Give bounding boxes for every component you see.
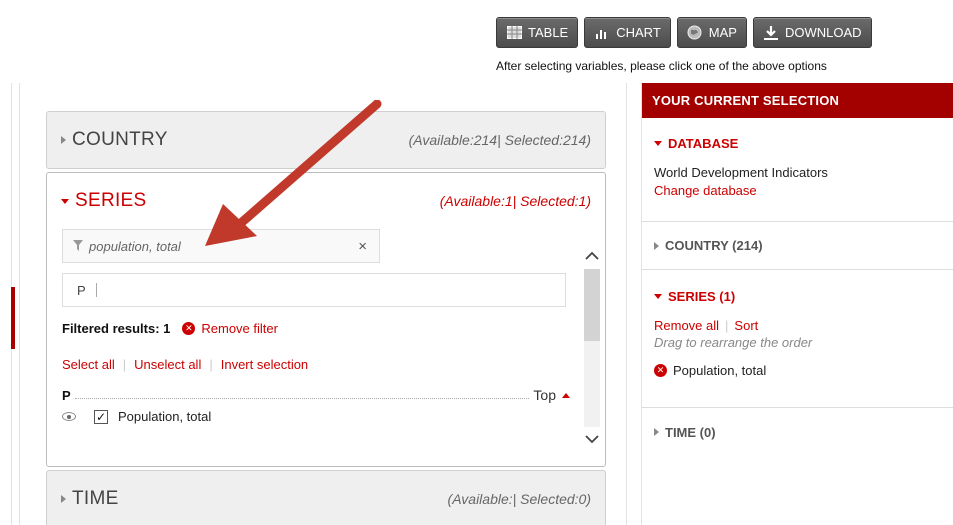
separator: |: [209, 357, 213, 372]
country-title-row[interactable]: COUNTRY (214): [654, 238, 763, 253]
filtered-results-row: Filtered results: 1 ✕ Remove filter: [62, 321, 278, 336]
text-cursor: [95, 283, 97, 297]
chart-icon: [594, 25, 610, 41]
selected-series-label: Population, total: [673, 363, 767, 378]
globe-icon: [687, 25, 703, 41]
time-section[interactable]: TIME (0): [642, 408, 953, 456]
time-panel[interactable]: TIME (Available:| Selected:0): [46, 470, 606, 525]
remove-circle-icon[interactable]: ✕: [654, 364, 667, 377]
series-selection-title: SERIES (1): [668, 289, 736, 304]
download-label: DOWNLOAD: [784, 25, 862, 40]
time-panel-title: TIME: [72, 488, 119, 509]
series-panel-title-wrap: SERIES: [61, 190, 147, 212]
remove-filter-label: Remove filter: [201, 321, 278, 336]
unselect-all-link[interactable]: Unselect all: [134, 357, 201, 372]
time-panel-header[interactable]: TIME (Available:| Selected:0): [47, 471, 605, 525]
table-button[interactable]: TABLE: [496, 17, 579, 48]
output-toolbar: TABLE CHART MAP DOWNLOAD: [496, 17, 872, 48]
expanded-arrow-icon: [654, 294, 662, 299]
series-panel: SERIES (Available:1| Selected:1) populat…: [46, 172, 606, 467]
arrow-up-icon: [562, 392, 570, 398]
separator: |: [122, 357, 127, 372]
map-button[interactable]: MAP: [676, 17, 747, 48]
remove-filter-link[interactable]: ✕ Remove filter: [182, 321, 278, 336]
current-selection-header: YOUR CURRENT SELECTION: [642, 83, 953, 118]
left-divider-inner: [19, 83, 20, 525]
download-icon: [763, 25, 779, 41]
invert-selection-link[interactable]: Invert selection: [221, 357, 308, 372]
collapsed-arrow-icon: [654, 428, 659, 436]
database-title-row[interactable]: DATABASE: [654, 136, 941, 151]
series-title-row[interactable]: SERIES (1): [654, 289, 941, 304]
map-label: MAP: [708, 25, 737, 40]
active-section-marker: [11, 287, 15, 349]
top-label: Top: [533, 387, 556, 403]
top-link[interactable]: Top: [533, 387, 570, 403]
clear-filter-icon[interactable]: ×: [358, 238, 367, 255]
series-search-input[interactable]: P: [62, 273, 566, 307]
chart-button[interactable]: CHART: [584, 17, 671, 48]
expanded-arrow-icon: [654, 141, 662, 146]
selected-series-item[interactable]: ✕ Population, total: [654, 363, 941, 378]
filter-tag-text: population, total: [89, 238, 181, 254]
download-button[interactable]: DOWNLOAD: [752, 17, 872, 48]
time-panel-title-wrap: TIME: [61, 488, 119, 510]
filtered-results-count: Filtered results: 1: [62, 321, 171, 336]
group-header-p: P Top: [62, 387, 570, 403]
series-availability: (Available:1| Selected:1): [439, 193, 591, 209]
selection-actions: Select all | Unselect all | Invert selec…: [62, 357, 308, 372]
current-selection-panel: YOUR CURRENT SELECTION DATABASE World De…: [641, 83, 953, 525]
list-item: ✓ Population, total: [62, 409, 211, 424]
select-all-link[interactable]: Select all: [62, 357, 115, 372]
series-actions: Remove all | Sort: [654, 318, 941, 333]
dotted-divider: [74, 391, 530, 399]
search-input-value: P: [77, 282, 86, 298]
chevron-down-icon[interactable]: [582, 431, 602, 449]
country-panel[interactable]: COUNTRY (Available:214| Selected:214): [46, 111, 606, 169]
series-checkbox[interactable]: ✓: [94, 409, 108, 424]
country-panel-header[interactable]: COUNTRY (Available:214| Selected:214): [47, 112, 605, 168]
remove-circle-icon: ✕: [182, 322, 196, 335]
chart-label: CHART: [616, 25, 661, 40]
table-icon: [506, 25, 522, 41]
separator: |: [725, 318, 729, 333]
database-title: DATABASE: [668, 136, 739, 151]
expanded-arrow-icon: [61, 198, 69, 204]
series-section: SERIES (1) Remove all | Sort Drag to rea…: [642, 270, 953, 408]
time-availability: (Available:| Selected:0): [447, 491, 591, 507]
eye-icon[interactable]: [62, 412, 76, 421]
time-selection-title: TIME (0): [665, 424, 716, 440]
sort-link[interactable]: Sort: [734, 318, 758, 333]
active-filter-tag: population, total ×: [62, 229, 380, 263]
table-label: TABLE: [528, 25, 569, 40]
list-scrollbar[interactable]: [578, 229, 606, 466]
series-panel-title: SERIES: [75, 190, 147, 211]
country-panel-title: COUNTRY: [72, 129, 168, 150]
drag-hint: Drag to rearrange the order: [654, 335, 813, 350]
collapsed-arrow-icon: [654, 241, 659, 250]
country-selection-title: COUNTRY (214): [665, 238, 763, 253]
series-panel-header[interactable]: SERIES (Available:1| Selected:1): [47, 173, 605, 229]
collapsed-arrow-icon: [61, 136, 66, 144]
country-availability: (Available:214| Selected:214): [408, 132, 591, 148]
center-divider: [626, 83, 627, 525]
country-panel-title-wrap: COUNTRY: [61, 129, 168, 151]
toolbar-hint: After selecting variables, please click …: [496, 59, 827, 73]
databank-page: TABLE CHART MAP DOWNLOAD After selecting…: [0, 0, 953, 525]
country-section[interactable]: COUNTRY (214): [642, 222, 953, 270]
time-title-row[interactable]: TIME (0): [654, 425, 716, 440]
remove-all-link[interactable]: Remove all: [654, 318, 719, 333]
chevron-up-icon[interactable]: [582, 247, 602, 265]
group-letter: P: [62, 387, 71, 403]
collapsed-arrow-icon: [61, 495, 66, 503]
series-item-label: Population, total: [118, 409, 212, 424]
scroll-thumb[interactable]: [584, 269, 600, 341]
filter-icon: [73, 239, 83, 254]
database-name: World Development Indicators: [654, 165, 828, 180]
database-section: DATABASE World Development Indicators Ch…: [642, 118, 953, 222]
change-database-link[interactable]: Change database: [654, 183, 941, 198]
